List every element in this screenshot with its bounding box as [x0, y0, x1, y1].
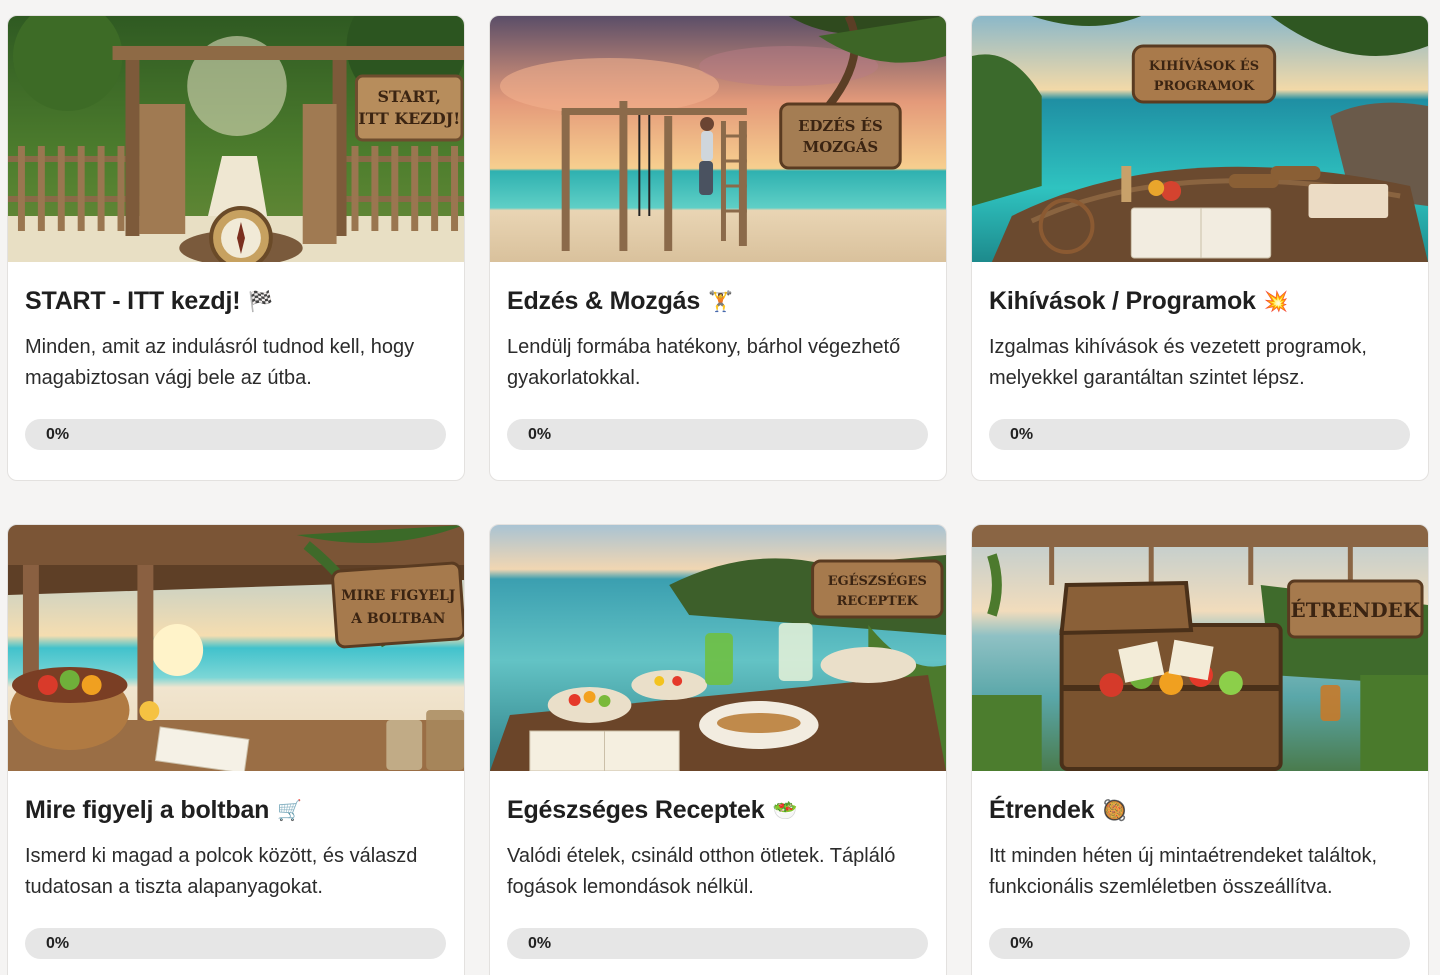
course-image-start[interactable]: START, ITT KEZDJ!	[8, 16, 464, 262]
course-image-workout[interactable]: EDZÉS ÉS MOZGÁS	[490, 16, 946, 262]
image-sign-line-1: EDZÉS ÉS	[798, 117, 883, 135]
course-progress-bar: 0%	[507, 928, 928, 959]
image-sign-line-1: START,	[378, 87, 441, 106]
course-progress-bar: 0%	[507, 419, 928, 450]
paella-pan-icon: 🥘	[1102, 798, 1128, 822]
course-title-text: Mire figyelj a boltban	[25, 796, 270, 824]
progress-label: 0%	[1010, 935, 1034, 952]
course-title-text: Kihívások / Programok	[989, 287, 1256, 315]
salad-icon: 🥗	[772, 798, 798, 822]
course-title[interactable]: Edzés & Mozgás 🏋	[507, 286, 928, 316]
checkered-flag-icon: 🏁	[248, 289, 274, 313]
progress-label: 0%	[528, 935, 552, 952]
image-sign-line-2: PROGRAMOK	[1154, 79, 1255, 94]
image-sign-line-2: A BOLTBAN	[350, 611, 445, 627]
course-card-workout[interactable]: EDZÉS ÉS MOZGÁS Edzés & Mozgás 🏋 Lendülj…	[489, 15, 947, 481]
course-title-text: Egészséges Receptek	[507, 796, 765, 824]
course-title-text: Edzés & Mozgás	[507, 287, 701, 315]
course-title-text: START - ITT kezdj!	[25, 287, 241, 315]
progress-label: 0%	[1010, 426, 1034, 443]
course-image-recipes[interactable]: EGÉSZSÉGES RECEPTEK	[490, 525, 946, 771]
shopping-cart-icon: 🛒	[277, 798, 302, 822]
course-progress-bar: 0%	[989, 419, 1410, 450]
progress-label: 0%	[528, 426, 552, 443]
image-sign-line-2: RECEPTEK	[837, 594, 919, 609]
course-title-text: Étrendek	[989, 796, 1095, 824]
course-grid: START, ITT KEZDJ! START - ITT kezdj! 🏁 M…	[7, 15, 1429, 975]
course-image-challenges[interactable]: KIHÍVÁSOK ÉS PROGRAMOK	[972, 16, 1428, 262]
image-sign-line-1: KIHÍVÁSOK ÉS	[1149, 58, 1259, 74]
course-title[interactable]: Étrendek 🥘	[989, 795, 1410, 825]
course-title[interactable]: Mire figyelj a boltban 🛒	[25, 795, 446, 825]
course-title[interactable]: START - ITT kezdj! 🏁	[25, 286, 446, 316]
course-title[interactable]: Kihívások / Programok 💥	[989, 286, 1410, 316]
course-description: Minden, amit az indulásról tudnod kell, …	[25, 336, 415, 389]
course-progress-bar: 0%	[989, 928, 1410, 959]
course-description: Itt minden héten új mintaétrendeket talá…	[989, 845, 1378, 898]
weightlifter-icon: 🏋	[708, 289, 733, 313]
course-description: Lendülj formába hatékony, bárhol végezhe…	[507, 336, 901, 389]
course-description: Ismerd ki magad a polcok között, és vála…	[25, 845, 418, 898]
image-sign-line-1: EGÉSZSÉGES	[828, 573, 927, 589]
course-image-mealplans[interactable]: ÉTRENDEK	[972, 525, 1428, 771]
course-card-mealplans[interactable]: ÉTRENDEK Étrendek 🥘 Itt minden héten új …	[971, 524, 1429, 975]
image-sign-line-2: MOZGÁS	[803, 138, 879, 156]
course-card-shopping[interactable]: MIRE FIGYELJ A BOLTBAN Mire figyelj a bo…	[7, 524, 465, 975]
image-sign-line-1: ÉTRENDEK	[1291, 598, 1421, 622]
course-progress-bar: 0%	[25, 928, 446, 959]
course-description: Izgalmas kihívások és vezetett programok…	[989, 336, 1367, 389]
progress-label: 0%	[46, 426, 70, 443]
course-title[interactable]: Egészséges Receptek 🥗	[507, 795, 928, 825]
progress-label: 0%	[46, 935, 70, 952]
image-sign-line-1: MIRE FIGYELJ	[341, 588, 456, 604]
course-image-shopping[interactable]: MIRE FIGYELJ A BOLTBAN	[8, 525, 464, 771]
course-card-start[interactable]: START, ITT KEZDJ! START - ITT kezdj! 🏁 M…	[7, 15, 465, 481]
course-progress-bar: 0%	[25, 419, 446, 450]
course-description: Valódi ételek, csináld otthon ötletek. T…	[507, 845, 896, 898]
course-card-recipes[interactable]: EGÉSZSÉGES RECEPTEK Egészséges Receptek …	[489, 524, 947, 975]
collision-icon: 💥	[1263, 289, 1289, 313]
course-card-challenges[interactable]: KIHÍVÁSOK ÉS PROGRAMOK Kihívások / Progr…	[971, 15, 1429, 481]
image-sign-line-2: ITT KEZDJ!	[358, 109, 460, 128]
